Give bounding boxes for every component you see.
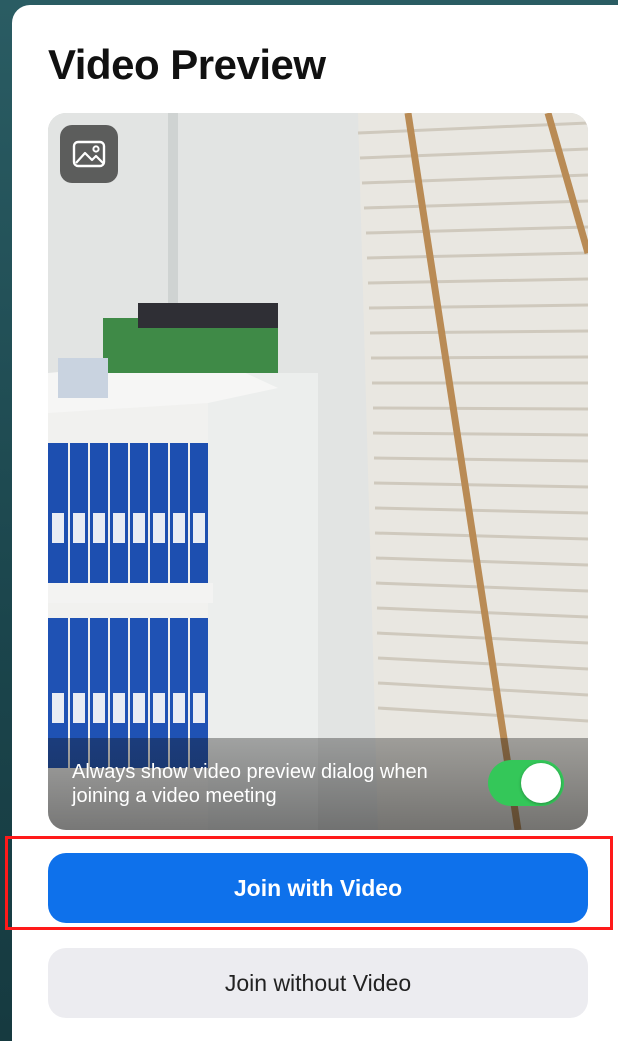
background-toggle-button[interactable] [60, 125, 118, 183]
video-preview: Always show video preview dialog when jo… [48, 113, 588, 830]
always-show-preview-label: Always show video preview dialog when jo… [72, 761, 428, 807]
switch-knob [521, 763, 561, 803]
highlight-annotation [5, 836, 613, 930]
image-icon [72, 140, 106, 168]
camera-feed [48, 113, 588, 830]
always-show-preview-switch[interactable] [488, 760, 564, 806]
preview-options-bar: Always show video preview dialog when jo… [48, 738, 588, 830]
join-without-video-button[interactable]: Join without Video [48, 948, 588, 1018]
dialog-title: Video Preview [48, 41, 326, 88]
